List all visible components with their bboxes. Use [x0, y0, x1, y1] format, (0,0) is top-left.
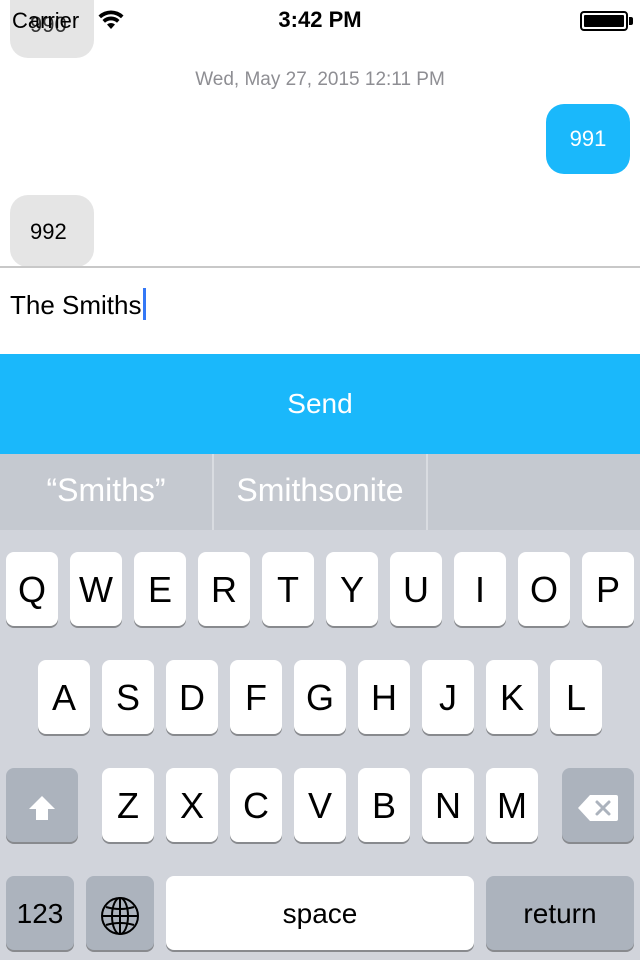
key-d[interactable]: D: [166, 660, 218, 734]
key-h[interactable]: H: [358, 660, 410, 734]
battery-tip: [629, 17, 633, 25]
key-v[interactable]: V: [294, 768, 346, 842]
key-t[interactable]: T: [262, 552, 314, 626]
message-input[interactable]: The Smiths: [0, 266, 640, 354]
key-o[interactable]: O: [518, 552, 570, 626]
message-bubble-outgoing[interactable]: 991: [546, 104, 630, 174]
status-bar: Carrier 3:42 PM: [0, 0, 640, 40]
message-timestamp: Wed, May 27, 2015 12:11 PM: [195, 69, 445, 90]
return-key[interactable]: return: [486, 876, 634, 950]
key-z[interactable]: Z: [102, 768, 154, 842]
key-n[interactable]: N: [422, 768, 474, 842]
suggestion-2[interactable]: Smithsonite: [214, 454, 426, 530]
suggestion-1[interactable]: “Smiths”: [0, 454, 212, 530]
send-button[interactable]: Send: [0, 354, 640, 454]
key-i[interactable]: I: [454, 552, 506, 626]
keyboard: Q W E R T Y U I O P A S D F G H J K L Z …: [0, 530, 640, 960]
key-q[interactable]: Q: [6, 552, 58, 626]
key-b[interactable]: B: [358, 768, 410, 842]
message-input-text: The Smiths: [10, 290, 142, 320]
battery-icon: [580, 11, 628, 31]
key-j[interactable]: J: [422, 660, 474, 734]
key-u[interactable]: U: [390, 552, 442, 626]
key-c[interactable]: C: [230, 768, 282, 842]
key-m[interactable]: M: [486, 768, 538, 842]
suggestion-3[interactable]: [428, 454, 640, 530]
key-r[interactable]: R: [198, 552, 250, 626]
message-bubble-incoming[interactable]: 992: [10, 195, 94, 266]
key-g[interactable]: G: [294, 660, 346, 734]
space-key[interactable]: space: [166, 876, 474, 950]
globe-icon: [101, 897, 139, 936]
key-a[interactable]: A: [38, 660, 90, 734]
globe-key[interactable]: [86, 876, 154, 950]
status-time: 3:42 PM: [278, 7, 362, 32]
delete-key[interactable]: [562, 768, 634, 842]
key-l[interactable]: L: [550, 660, 602, 734]
key-y[interactable]: Y: [326, 552, 378, 626]
key-p[interactable]: P: [582, 552, 634, 626]
shift-key[interactable]: [6, 768, 78, 842]
numbers-key[interactable]: 123: [6, 876, 74, 950]
key-e[interactable]: E: [134, 552, 186, 626]
key-s[interactable]: S: [102, 660, 154, 734]
text-caret: [142, 288, 146, 320]
key-w[interactable]: W: [70, 552, 122, 626]
message-text: 992: [30, 219, 67, 244]
message-text: 991: [569, 126, 607, 151]
predictive-bar: “Smiths” Smithsonite: [0, 454, 640, 530]
key-k[interactable]: K: [486, 660, 538, 734]
delete-icon: [578, 795, 618, 822]
key-f[interactable]: F: [230, 660, 282, 734]
shift-icon: [29, 796, 55, 821]
key-x[interactable]: X: [166, 768, 218, 842]
